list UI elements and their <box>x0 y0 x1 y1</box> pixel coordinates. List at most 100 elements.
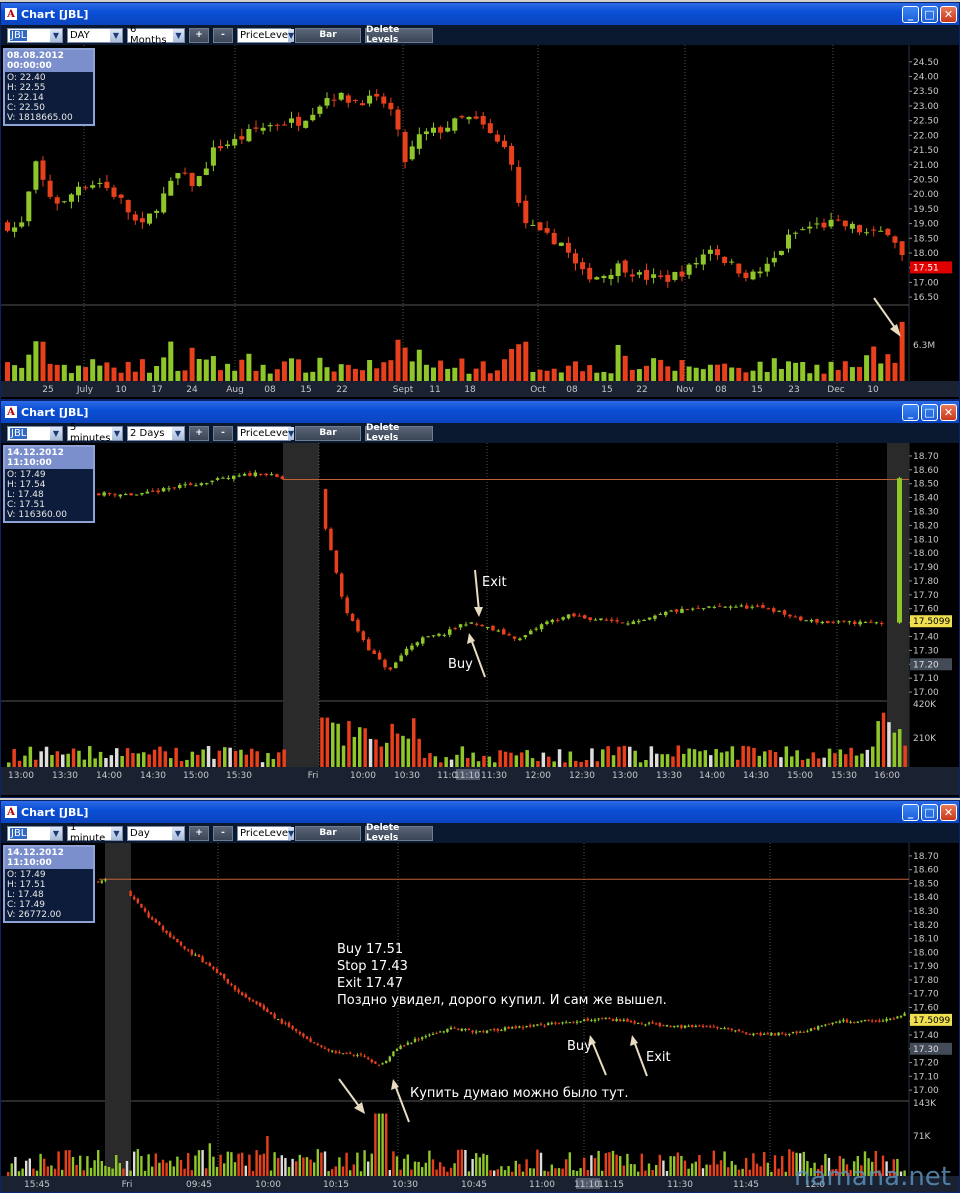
candle-body <box>264 473 268 476</box>
volume-bar <box>196 754 200 767</box>
volume-bar <box>655 753 659 767</box>
time-tick-label: 08 <box>715 385 727 395</box>
range-select[interactable]: 6 Months ▼ <box>127 24 185 46</box>
volume-bar <box>563 762 567 767</box>
range-select[interactable]: 2 Days ▼ <box>127 425 185 441</box>
candle-body <box>457 1028 460 1030</box>
interval-select[interactable]: 5 minutes ▼ <box>67 422 123 444</box>
candle-body <box>655 1023 658 1025</box>
price-tick-label: 18.50 <box>913 480 939 490</box>
close-button[interactable]: ✕ <box>940 5 957 23</box>
ticker-select[interactable]: JBL ▼ <box>7 27 63 43</box>
candle-body <box>296 116 302 126</box>
volume-bar <box>206 746 211 767</box>
candle-body <box>341 1053 345 1055</box>
candle-body <box>381 96 387 104</box>
price-chart[interactable]: 24.50 24.00 23.50 23.00 22.50 22.00 21.50 21.00… <box>1 45 959 397</box>
candle-body <box>853 621 857 625</box>
volume-bar <box>143 1170 147 1176</box>
volume-bar <box>253 370 259 381</box>
candle-body <box>203 168 209 175</box>
candle-body <box>125 199 131 213</box>
volume-bar <box>260 364 266 381</box>
zoom-in-button[interactable]: + <box>189 27 209 43</box>
time-tick-label: 17 <box>151 385 162 395</box>
volume-bar <box>583 1157 586 1176</box>
title-bar[interactable]: A Chart [JBL] _ □ ✕ <box>1 3 959 25</box>
price-tick-label: 18.30 <box>913 508 939 518</box>
price-level-select[interactable]: PriceLeve ▼ <box>237 27 295 43</box>
candle-body <box>863 621 868 623</box>
candle-body <box>604 619 609 621</box>
candle-body <box>885 1018 888 1022</box>
volume-bar <box>47 363 53 381</box>
candle-body <box>350 613 355 621</box>
info-close: C: 17.49 <box>7 900 45 910</box>
volume-bar <box>12 365 18 381</box>
chart-area[interactable]: 18.70 18.60 18.50 18.40 18.30 18.20 18.10 18.00… <box>1 443 959 795</box>
interval-select[interactable]: 1 minute ▼ <box>67 822 123 844</box>
candle-body <box>770 1032 773 1036</box>
title-bar[interactable]: A Chart [JBL] _ □ ✕ <box>1 401 959 423</box>
maximize-button[interactable]: □ <box>921 803 938 821</box>
chart-area[interactable]: 24.50 24.00 23.50 23.00 22.50 22.00 21.50 21.00… <box>1 45 959 397</box>
price-chart[interactable]: 18.70 18.60 18.50 18.40 18.30 18.20 18.10 18.00… <box>1 843 959 1192</box>
time-tick-label: 15 <box>300 385 311 395</box>
volume-bar <box>665 754 670 767</box>
volume-bar <box>617 746 621 767</box>
zoom-out-button[interactable]: - <box>213 425 233 441</box>
candle-body <box>161 488 166 492</box>
bar-type-button[interactable]: Bar <box>295 27 361 43</box>
range-select[interactable]: Day ▼ <box>127 825 185 841</box>
candle-body <box>601 276 607 279</box>
volume-bar <box>158 746 162 767</box>
candle-body <box>233 985 237 990</box>
candle-body <box>516 167 522 203</box>
volume-bar <box>239 749 243 767</box>
close-button[interactable]: ✕ <box>940 403 957 421</box>
volume-bar <box>523 341 529 381</box>
delete-levels-button[interactable]: Delete Levels <box>365 823 433 843</box>
candle-body <box>842 1019 845 1022</box>
delete-levels-button[interactable]: Delete Levels <box>365 423 433 443</box>
bar-type-button[interactable]: Bar <box>295 425 361 441</box>
price-level-select[interactable]: PriceLeve ▼ <box>237 825 295 841</box>
volume-bar <box>449 1167 453 1176</box>
zoom-out-button[interactable]: - <box>213 27 233 43</box>
chart-toolbar: JBL ▼ 1 minute ▼ Day ▼ + - PriceLeve ▼ Bar D… <box>1 822 959 844</box>
candle-body <box>246 129 252 142</box>
volume-bar <box>844 754 848 767</box>
price-chart[interactable]: 18.70 18.60 18.50 18.40 18.30 18.20 18.10 18.00… <box>1 443 959 795</box>
candle-body <box>626 623 630 625</box>
candle-body <box>61 201 67 203</box>
maximize-button[interactable]: □ <box>921 403 938 421</box>
close-button[interactable]: ✕ <box>940 803 957 821</box>
price-level-select[interactable]: PriceLeve ▼ <box>237 425 295 441</box>
bar-type-button[interactable]: Bar <box>295 825 361 841</box>
minimize-button[interactable]: _ <box>902 403 919 421</box>
volume-bar <box>219 1154 222 1176</box>
candle-body <box>761 605 765 608</box>
zoom-out-button[interactable]: - <box>213 825 233 841</box>
chevron-down-icon: ▼ <box>111 426 122 440</box>
volume-bar <box>43 1158 46 1176</box>
volume-bar <box>183 1168 186 1176</box>
volume-bar <box>140 1155 143 1176</box>
minimize-button[interactable]: _ <box>902 5 919 23</box>
volume-bar <box>338 364 344 381</box>
title-bar[interactable]: A Chart [JBL] _ □ ✕ <box>1 801 959 823</box>
interval-select[interactable]: DAY ▼ <box>67 27 123 43</box>
volume-bar <box>341 1166 345 1176</box>
zoom-in-button[interactable]: + <box>189 425 209 441</box>
ticker-select[interactable]: JBL ▼ <box>7 425 63 441</box>
minimize-button[interactable]: _ <box>902 803 919 821</box>
volume-bar <box>606 746 610 767</box>
volume-bar <box>10 1163 13 1176</box>
ticker-select[interactable]: JBL ▼ <box>7 825 63 841</box>
chart-area[interactable]: 18.70 18.60 18.50 18.40 18.30 18.20 18.10 18.00… <box>1 843 959 1192</box>
app-icon: A <box>5 406 17 418</box>
zoom-in-button[interactable]: + <box>189 825 209 841</box>
candle-body <box>190 949 193 955</box>
maximize-button[interactable]: □ <box>921 5 938 23</box>
delete-levels-button[interactable]: Delete Levels <box>365 25 433 45</box>
